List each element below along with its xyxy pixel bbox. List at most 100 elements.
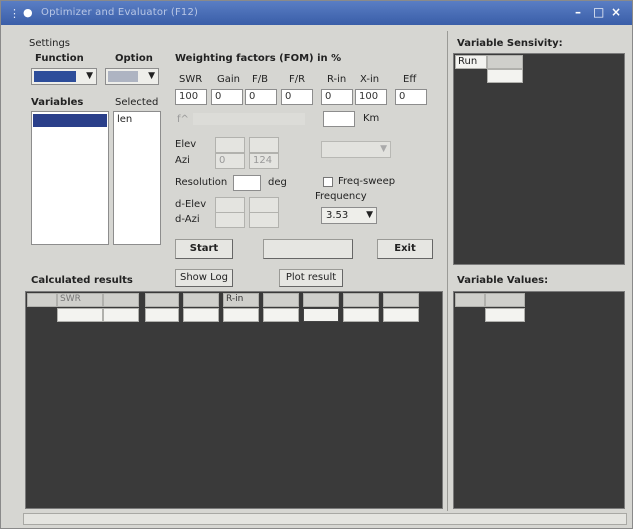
results-cell — [57, 308, 103, 322]
results-header-cell — [183, 293, 219, 307]
values-header-cell — [455, 293, 485, 307]
close-button[interactable]: × — [611, 5, 621, 19]
swr-label: SWR — [179, 74, 203, 85]
show-log-button[interactable]: Show Log — [175, 269, 233, 287]
values-row-cell — [485, 308, 525, 322]
delta-azi-field-1 — [215, 212, 245, 228]
resolution-label: Resolution — [175, 177, 228, 188]
unit-select: ▼ — [321, 141, 391, 158]
freq-sweep-checkbox[interactable] — [323, 177, 333, 187]
variables-label: Variables — [31, 97, 84, 108]
window-title: Optimizer and Evaluator (F12) — [41, 7, 199, 18]
elev-field-2 — [249, 137, 279, 153]
selected-list-item[interactable]: len — [117, 114, 132, 125]
function-select[interactable]: ▼ — [31, 68, 97, 85]
km-unit: Km — [363, 113, 380, 124]
chevron-down-icon: ▼ — [366, 210, 373, 220]
settings-heading: Settings — [29, 38, 71, 49]
results-cell — [343, 308, 379, 322]
weighting-heading: Weighting factors (FOM) in % — [175, 53, 342, 64]
run-header: Run — [455, 55, 487, 69]
rin-weight-field[interactable]: 0 — [321, 89, 353, 105]
resolution-field[interactable] — [233, 175, 261, 191]
option-selected-value — [108, 71, 138, 82]
exit-button[interactable]: Exit — [377, 239, 433, 259]
vertical-divider[interactable] — [447, 31, 448, 511]
start-button[interactable]: Start — [175, 239, 233, 259]
results-header-swr: SWR — [57, 293, 103, 307]
values-header-cell — [485, 293, 525, 307]
results-cell — [383, 308, 419, 322]
app-icon: ● — [23, 6, 33, 19]
sensitivity-heading: Variable Sensivity: — [457, 38, 563, 49]
function-selected-value — [34, 71, 76, 82]
status-bar — [23, 513, 627, 525]
results-header-cell — [343, 293, 379, 307]
results-cell — [103, 308, 139, 322]
window-menu-icon[interactable]: ⋮ — [9, 7, 20, 20]
results-cell — [223, 308, 259, 322]
freq-sweep-label: Freq-sweep — [338, 176, 396, 187]
variable-values-table[interactable] — [453, 291, 625, 509]
xin-label: X-in — [360, 74, 380, 85]
results-header-cell — [303, 293, 339, 307]
variables-list-item[interactable] — [33, 114, 107, 127]
xin-weight-field[interactable]: 100 — [355, 89, 387, 105]
results-cell — [263, 308, 299, 322]
frequency-value: 3.53 — [326, 210, 349, 221]
chevron-down-icon: ▼ — [380, 144, 387, 154]
f-value-field — [193, 113, 305, 125]
eff-weight-field[interactable]: 0 — [395, 89, 427, 105]
results-header-cell — [27, 293, 57, 307]
sensitivity-header-cell — [487, 55, 523, 69]
delta-elev-field-2 — [249, 197, 279, 213]
delta-elev-label: d-Elev — [175, 199, 207, 210]
optimizer-window: ⋮ ● Optimizer and Evaluator (F12) – □ × … — [0, 0, 633, 529]
elev-field-1 — [215, 137, 245, 153]
minimize-button[interactable]: – — [575, 5, 581, 19]
sensitivity-table[interactable]: Run — [453, 53, 625, 265]
results-cell — [303, 308, 339, 322]
results-heading: Calculated results — [31, 275, 133, 286]
resolution-unit: deg — [268, 177, 287, 188]
results-header-cell — [383, 293, 419, 307]
fb-weight-field[interactable]: 0 — [245, 89, 277, 105]
frequency-label: Frequency — [315, 191, 367, 202]
results-header-cell — [263, 293, 299, 307]
results-header-rin: R-in — [223, 293, 259, 307]
delta-azi-field-2 — [249, 212, 279, 228]
option-label: Option — [115, 53, 153, 64]
frequency-select[interactable]: 3.53 ▼ — [321, 207, 377, 224]
option-select[interactable]: ▼ — [105, 68, 159, 85]
chevron-down-icon: ▼ — [148, 71, 155, 81]
gain-label: Gain — [217, 74, 240, 85]
variables-list[interactable] — [31, 111, 109, 245]
delta-elev-field-1 — [215, 197, 245, 213]
results-cell — [145, 308, 179, 322]
fr-label: F/R — [289, 74, 306, 85]
selected-label: Selected — [115, 97, 159, 108]
stop-button — [263, 239, 353, 259]
gain-weight-field[interactable]: 0 — [211, 89, 243, 105]
function-label: Function — [35, 53, 84, 64]
elev-label: Elev — [175, 139, 197, 150]
rin-label: R-in — [327, 74, 347, 85]
eff-label: Eff — [403, 74, 417, 85]
fr-weight-field[interactable]: 0 — [281, 89, 313, 105]
delta-azi-label: d-Azi — [175, 214, 200, 225]
f-label: f^ — [177, 114, 189, 125]
results-table[interactable]: SWR R-in — [25, 291, 443, 509]
swr-weight-field[interactable]: 100 — [175, 89, 207, 105]
chevron-down-icon: ▼ — [86, 71, 93, 81]
results-header-cell — [145, 293, 179, 307]
maximize-button[interactable]: □ — [593, 5, 604, 19]
results-cell — [183, 308, 219, 322]
azi-field-2: 124 — [249, 153, 279, 169]
results-header-cell — [103, 293, 139, 307]
azi-field-1: 0 — [215, 153, 245, 169]
sensitivity-row-cell — [487, 69, 523, 83]
fb-label: F/B — [252, 74, 268, 85]
plot-result-button[interactable]: Plot result — [279, 269, 343, 287]
selected-list[interactable]: len — [113, 111, 161, 245]
km-field[interactable] — [323, 111, 355, 127]
